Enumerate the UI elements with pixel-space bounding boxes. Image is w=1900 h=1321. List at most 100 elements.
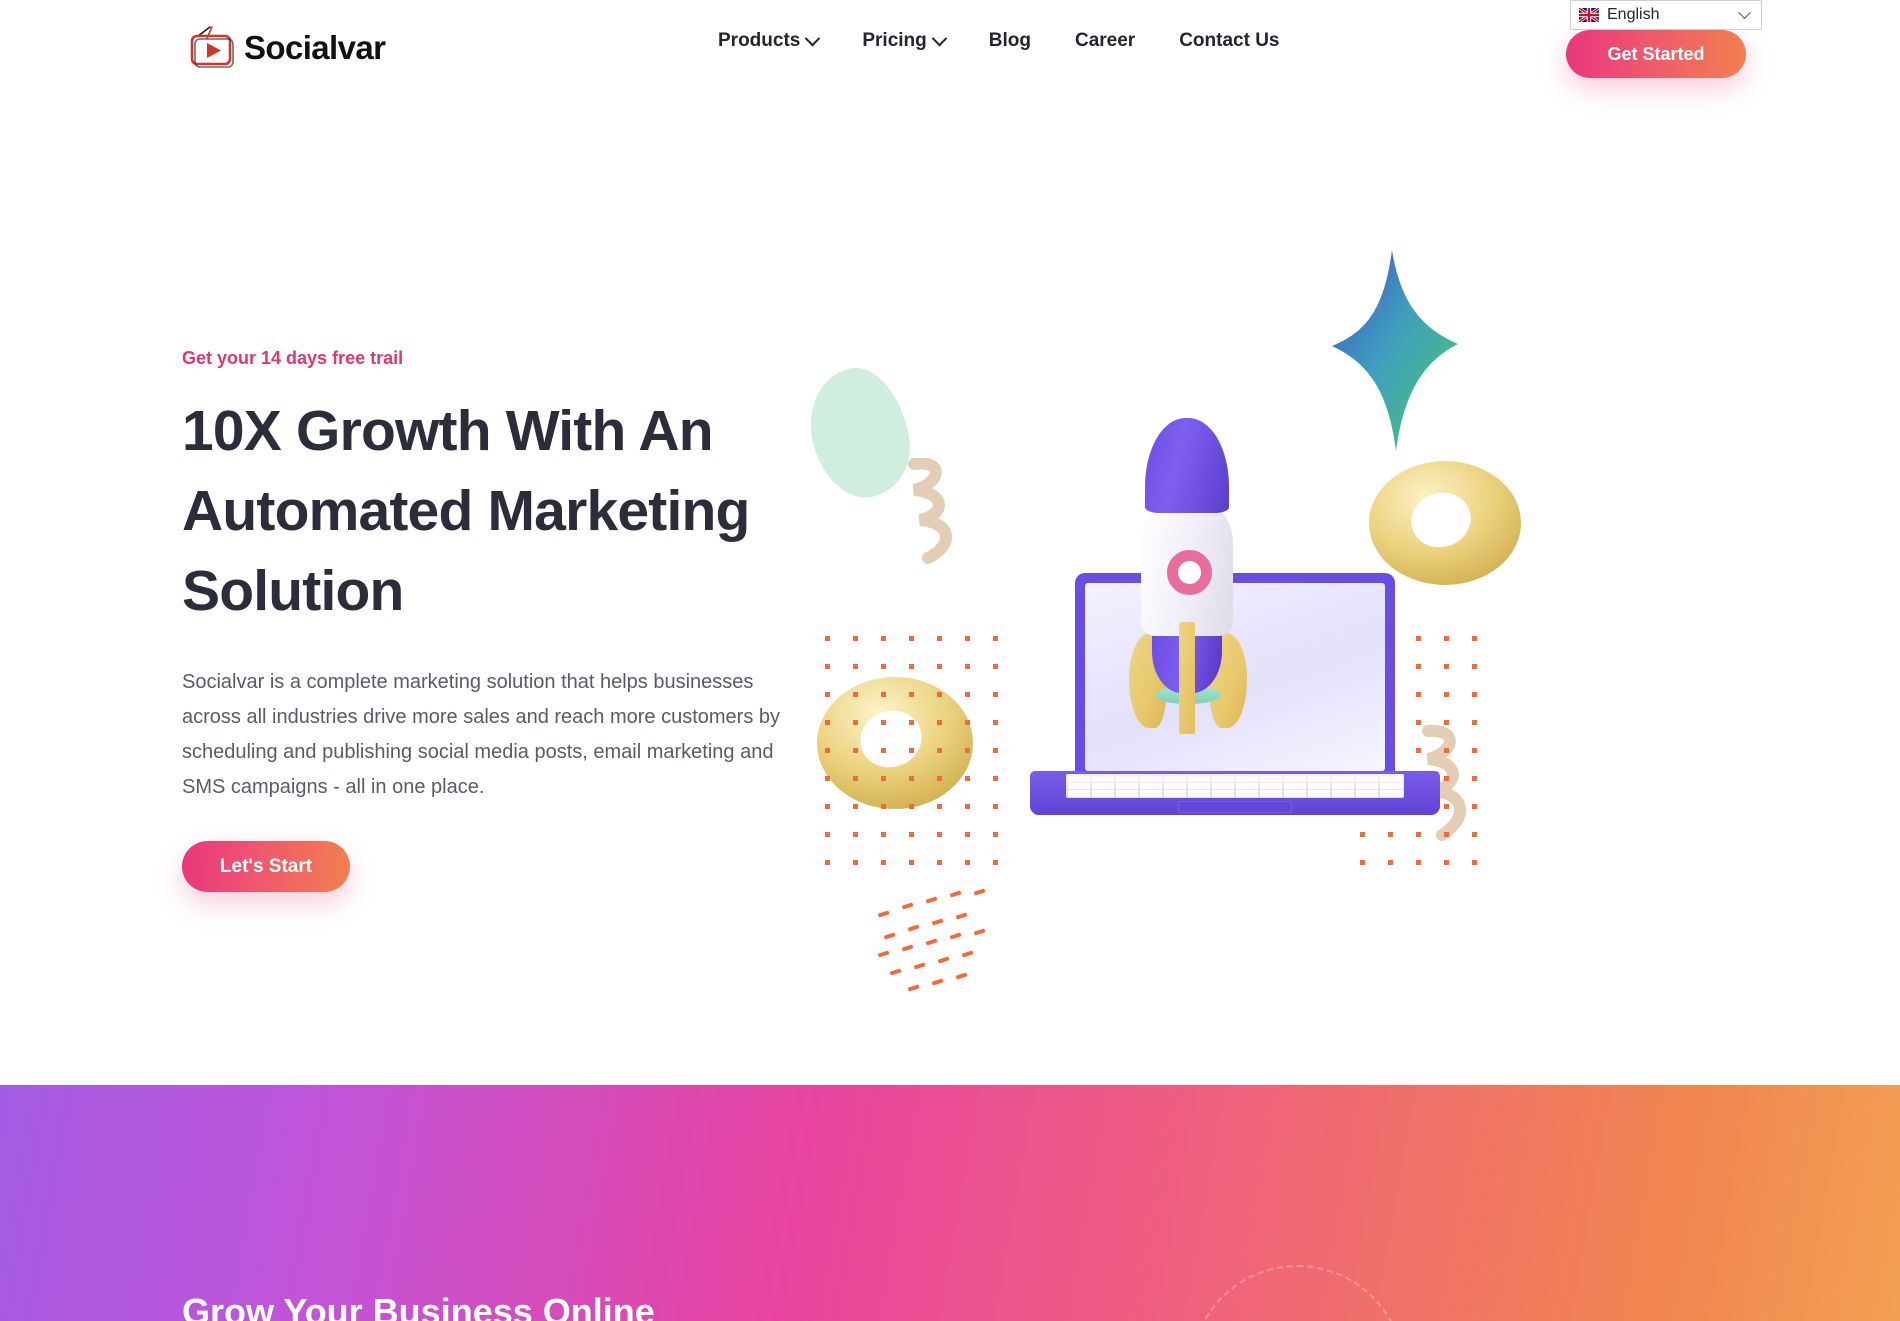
orange-dot	[909, 748, 914, 753]
orange-dash	[907, 984, 920, 992]
orange-dot	[1444, 776, 1449, 781]
laptop-key	[1259, 790, 1283, 797]
orange-dash	[877, 910, 890, 918]
orange-dot	[825, 748, 830, 753]
nav-item-contact-us[interactable]: Contact Us	[1179, 30, 1279, 52]
nav-item-pricing[interactable]: Pricing	[862, 30, 948, 52]
orange-dot	[825, 636, 830, 641]
hero-paragraph: Socialvar is a complete marketing soluti…	[182, 671, 781, 798]
orange-dot	[1472, 748, 1477, 753]
orange-dash	[973, 888, 986, 896]
laptop-key	[1355, 775, 1379, 782]
orange-dot	[1444, 664, 1449, 669]
tv-play-icon	[188, 24, 238, 70]
orange-dot	[825, 692, 830, 697]
beige-squiggle-top-shape	[898, 457, 1018, 568]
language-selector[interactable]: English	[1570, 0, 1762, 30]
laptop-trackpad	[1178, 801, 1292, 813]
logo[interactable]: Socialvar	[188, 24, 386, 70]
laptop-key	[1211, 782, 1235, 790]
orange-dot	[853, 720, 858, 725]
nav-label: Pricing	[862, 30, 927, 51]
orange-dot	[937, 664, 942, 669]
laptop-key	[1235, 782, 1259, 790]
orange-dot	[937, 804, 942, 809]
lets-start-button[interactable]: Let's Start	[182, 841, 350, 892]
laptop-key	[1163, 790, 1187, 797]
orange-dot	[853, 748, 858, 753]
laptop-key	[1235, 790, 1259, 797]
laptop-key	[1307, 782, 1331, 790]
orange-dot	[1444, 692, 1449, 697]
orange-dot	[937, 720, 942, 725]
orange-dot	[965, 636, 970, 641]
laptop-key	[1235, 775, 1259, 782]
orange-dot	[909, 804, 914, 809]
orange-dash	[907, 924, 920, 932]
orange-dash	[901, 902, 914, 910]
orange-dot	[993, 636, 998, 641]
band-heading: Grow Your Business Online	[182, 1291, 655, 1321]
nav-item-products[interactable]: Products	[718, 30, 821, 52]
orange-dot	[965, 692, 970, 697]
nav-label: Career	[1074, 30, 1136, 51]
orange-dot	[1388, 860, 1393, 865]
orange-dot	[1472, 860, 1477, 865]
nav-label: Products	[718, 30, 801, 51]
orange-dot	[965, 664, 970, 669]
laptop-key	[1067, 775, 1091, 782]
laptop-key	[1187, 790, 1211, 797]
orange-dot	[993, 720, 998, 725]
nav-item-blog[interactable]: Blog	[989, 30, 1031, 52]
orange-dash	[931, 918, 944, 926]
nav-item-career[interactable]: Career	[1075, 30, 1135, 52]
chevron-down-icon	[931, 30, 948, 46]
orange-dot	[1472, 636, 1477, 641]
laptop-key	[1163, 782, 1187, 790]
orange-dot	[825, 832, 830, 837]
orange-dot	[1444, 804, 1449, 809]
get-started-button[interactable]: Get Started	[1566, 30, 1746, 78]
laptop-key	[1379, 782, 1403, 790]
orange-dot	[1472, 832, 1477, 837]
orange-dot	[1472, 664, 1477, 669]
orange-dot	[937, 692, 942, 697]
orange-dot	[993, 860, 998, 865]
rocket-porthole	[1167, 550, 1212, 595]
orange-dot	[937, 832, 942, 837]
orange-dot	[993, 692, 998, 697]
orange-dash	[925, 896, 938, 904]
orange-dash	[901, 944, 914, 952]
orange-dot	[853, 636, 858, 641]
orange-dot	[993, 748, 998, 753]
hero-title: 10X Growth With An Automated Marketing S…	[182, 399, 750, 623]
orange-dot	[853, 692, 858, 697]
laptop-key	[1067, 782, 1091, 790]
orange-dash	[955, 972, 968, 980]
orange-dot	[909, 720, 914, 725]
orange-dot	[965, 720, 970, 725]
laptop-key	[1259, 775, 1283, 782]
orange-dash	[931, 978, 944, 986]
hero-section: Get your 14 days free trail 10X Growth W…	[0, 98, 1900, 1085]
orange-dot	[937, 748, 942, 753]
orange-dot	[937, 776, 942, 781]
dashed-arc-decoration	[1190, 1265, 1405, 1321]
orange-dot	[909, 636, 914, 641]
gradient-star-shape	[1330, 248, 1460, 453]
laptop-key	[1187, 775, 1211, 782]
orange-dot	[993, 776, 998, 781]
orange-dash	[937, 956, 950, 964]
orange-dash	[949, 890, 962, 898]
orange-dash	[913, 962, 926, 970]
orange-dot	[881, 832, 886, 837]
orange-dot	[937, 636, 942, 641]
laptop-key	[1355, 790, 1379, 797]
orange-dot	[853, 804, 858, 809]
laptop-key	[1283, 790, 1307, 797]
orange-dot	[1416, 860, 1421, 865]
orange-dot	[993, 664, 998, 669]
orange-dot	[909, 692, 914, 697]
chevron-down-icon	[805, 30, 821, 46]
orange-dash	[877, 950, 890, 958]
